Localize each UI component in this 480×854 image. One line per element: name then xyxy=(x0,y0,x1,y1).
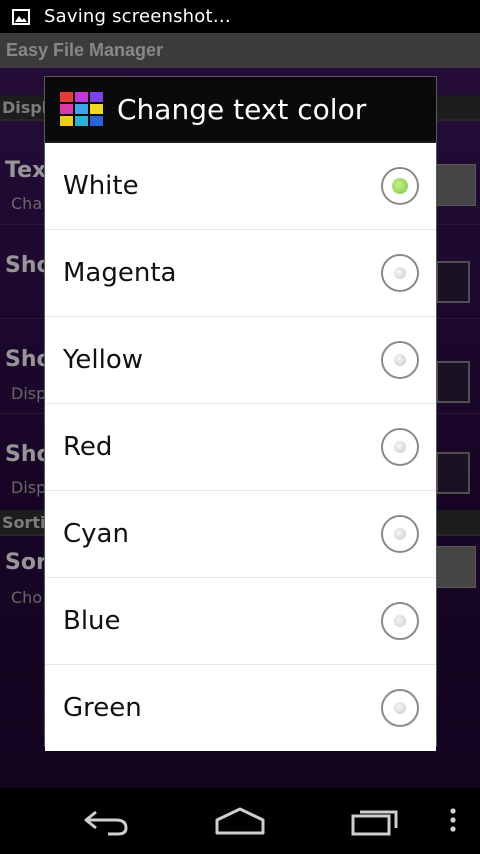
radio-button[interactable] xyxy=(381,167,419,205)
change-text-color-dialog: Change text color White Magenta Yellow R… xyxy=(45,77,436,751)
radio-dot xyxy=(394,528,406,540)
radio-button[interactable] xyxy=(381,689,419,727)
radio-dot xyxy=(394,354,406,366)
radio-button[interactable] xyxy=(381,515,419,553)
home-icon[interactable] xyxy=(214,806,266,836)
option-label: Blue xyxy=(63,606,121,636)
option-label: Red xyxy=(63,432,113,462)
radio-dot xyxy=(394,615,406,627)
radio-dot xyxy=(394,441,406,453)
navigation-bar xyxy=(0,788,480,854)
back-icon[interactable] xyxy=(82,806,130,836)
option-blue[interactable]: Blue xyxy=(45,578,436,665)
menu-icon[interactable] xyxy=(448,806,458,836)
dialog-title: Change text color xyxy=(117,92,367,126)
radio-dot xyxy=(394,267,406,279)
dialog-header: Change text color xyxy=(45,77,436,143)
option-label: White xyxy=(63,171,139,201)
option-red[interactable]: Red xyxy=(45,404,436,491)
status-notification-text: Saving screenshot… xyxy=(44,6,231,27)
option-label: Cyan xyxy=(63,519,129,549)
option-label: Magenta xyxy=(63,258,177,288)
radio-button[interactable] xyxy=(381,254,419,292)
recent-apps-icon[interactable] xyxy=(350,806,400,836)
option-label: Green xyxy=(63,693,142,723)
radio-button[interactable] xyxy=(381,428,419,466)
radio-button[interactable] xyxy=(381,341,419,379)
image-icon xyxy=(12,8,30,25)
radio-button[interactable] xyxy=(381,602,419,640)
option-white[interactable]: White xyxy=(45,143,436,230)
option-yellow[interactable]: Yellow xyxy=(45,317,436,404)
option-cyan[interactable]: Cyan xyxy=(45,491,436,578)
status-bar: Saving screenshot… xyxy=(0,0,480,33)
option-label: Yellow xyxy=(63,345,144,375)
color-palette-icon xyxy=(60,92,103,126)
option-green[interactable]: Green xyxy=(45,665,436,751)
option-magenta[interactable]: Magenta xyxy=(45,230,436,317)
radio-dot xyxy=(394,702,406,714)
radio-dot xyxy=(392,178,408,194)
